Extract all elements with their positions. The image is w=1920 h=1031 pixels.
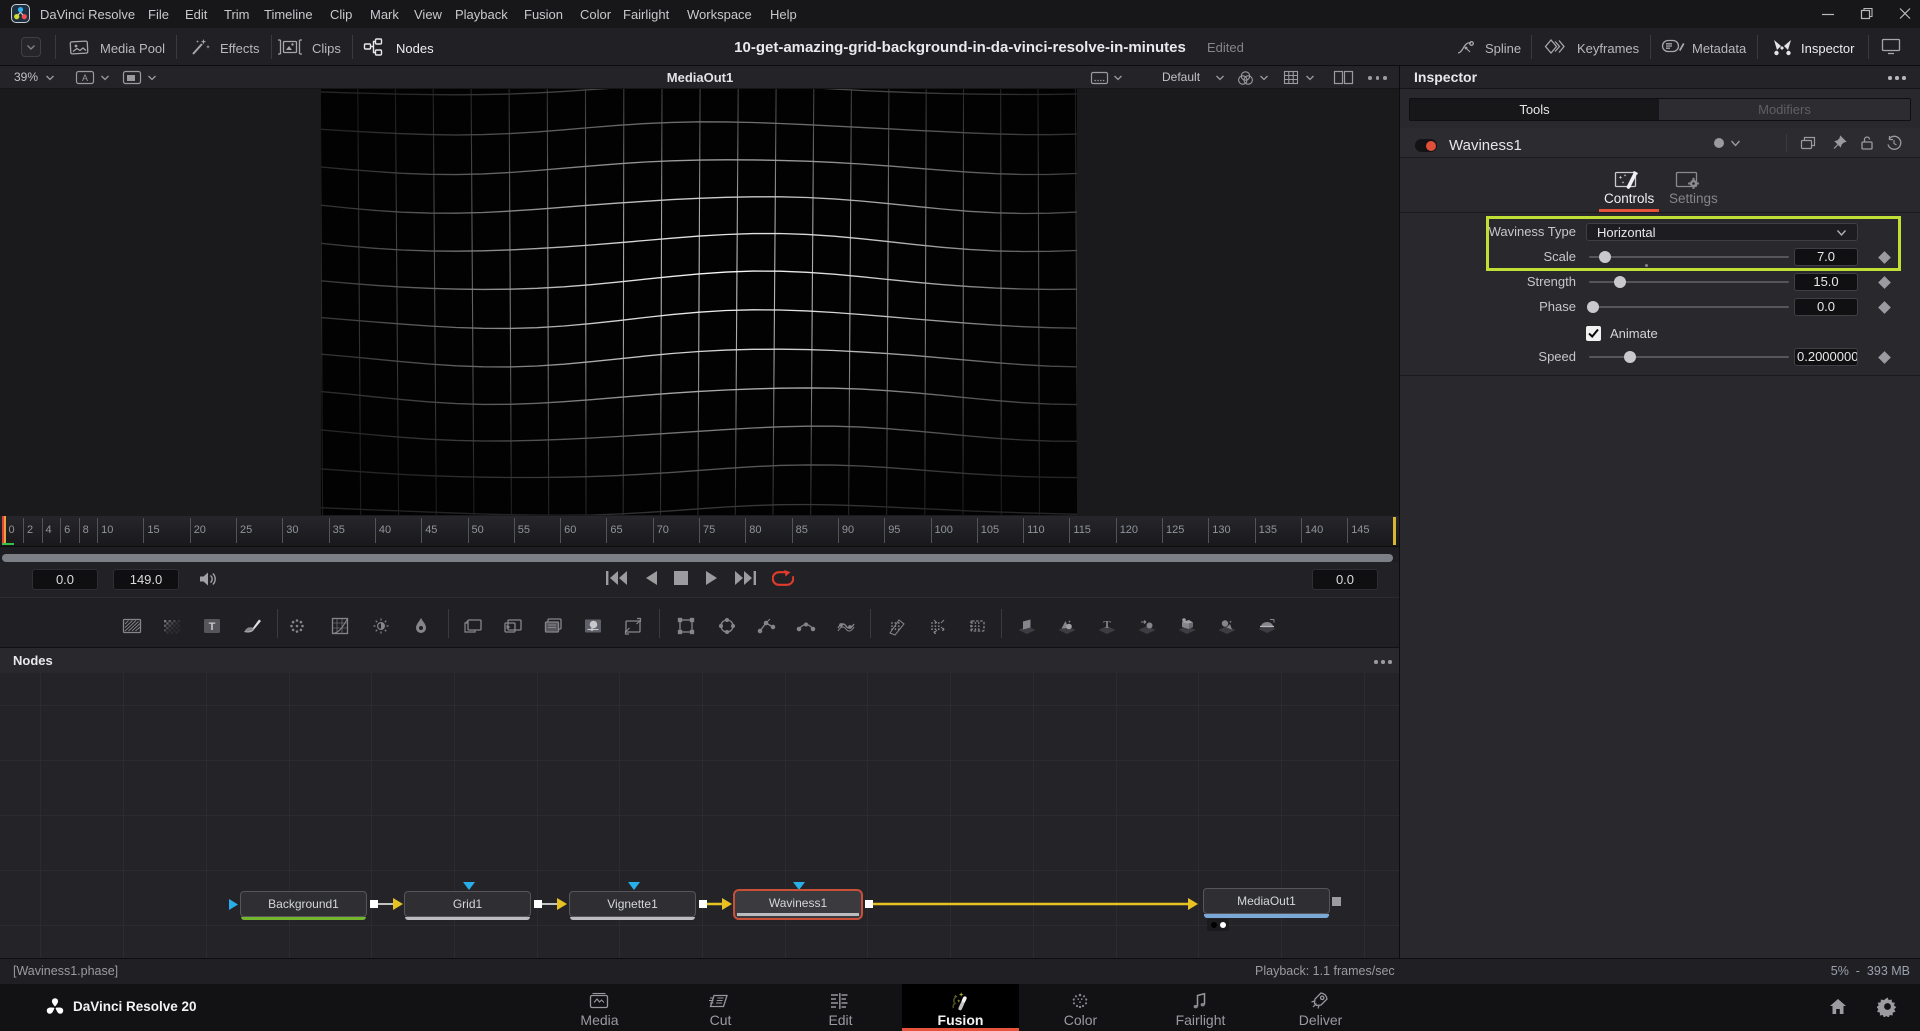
- svg-text:T: T: [209, 621, 216, 633]
- svg-text:A: A: [82, 73, 88, 83]
- svg-text:T: T: [1103, 619, 1111, 631]
